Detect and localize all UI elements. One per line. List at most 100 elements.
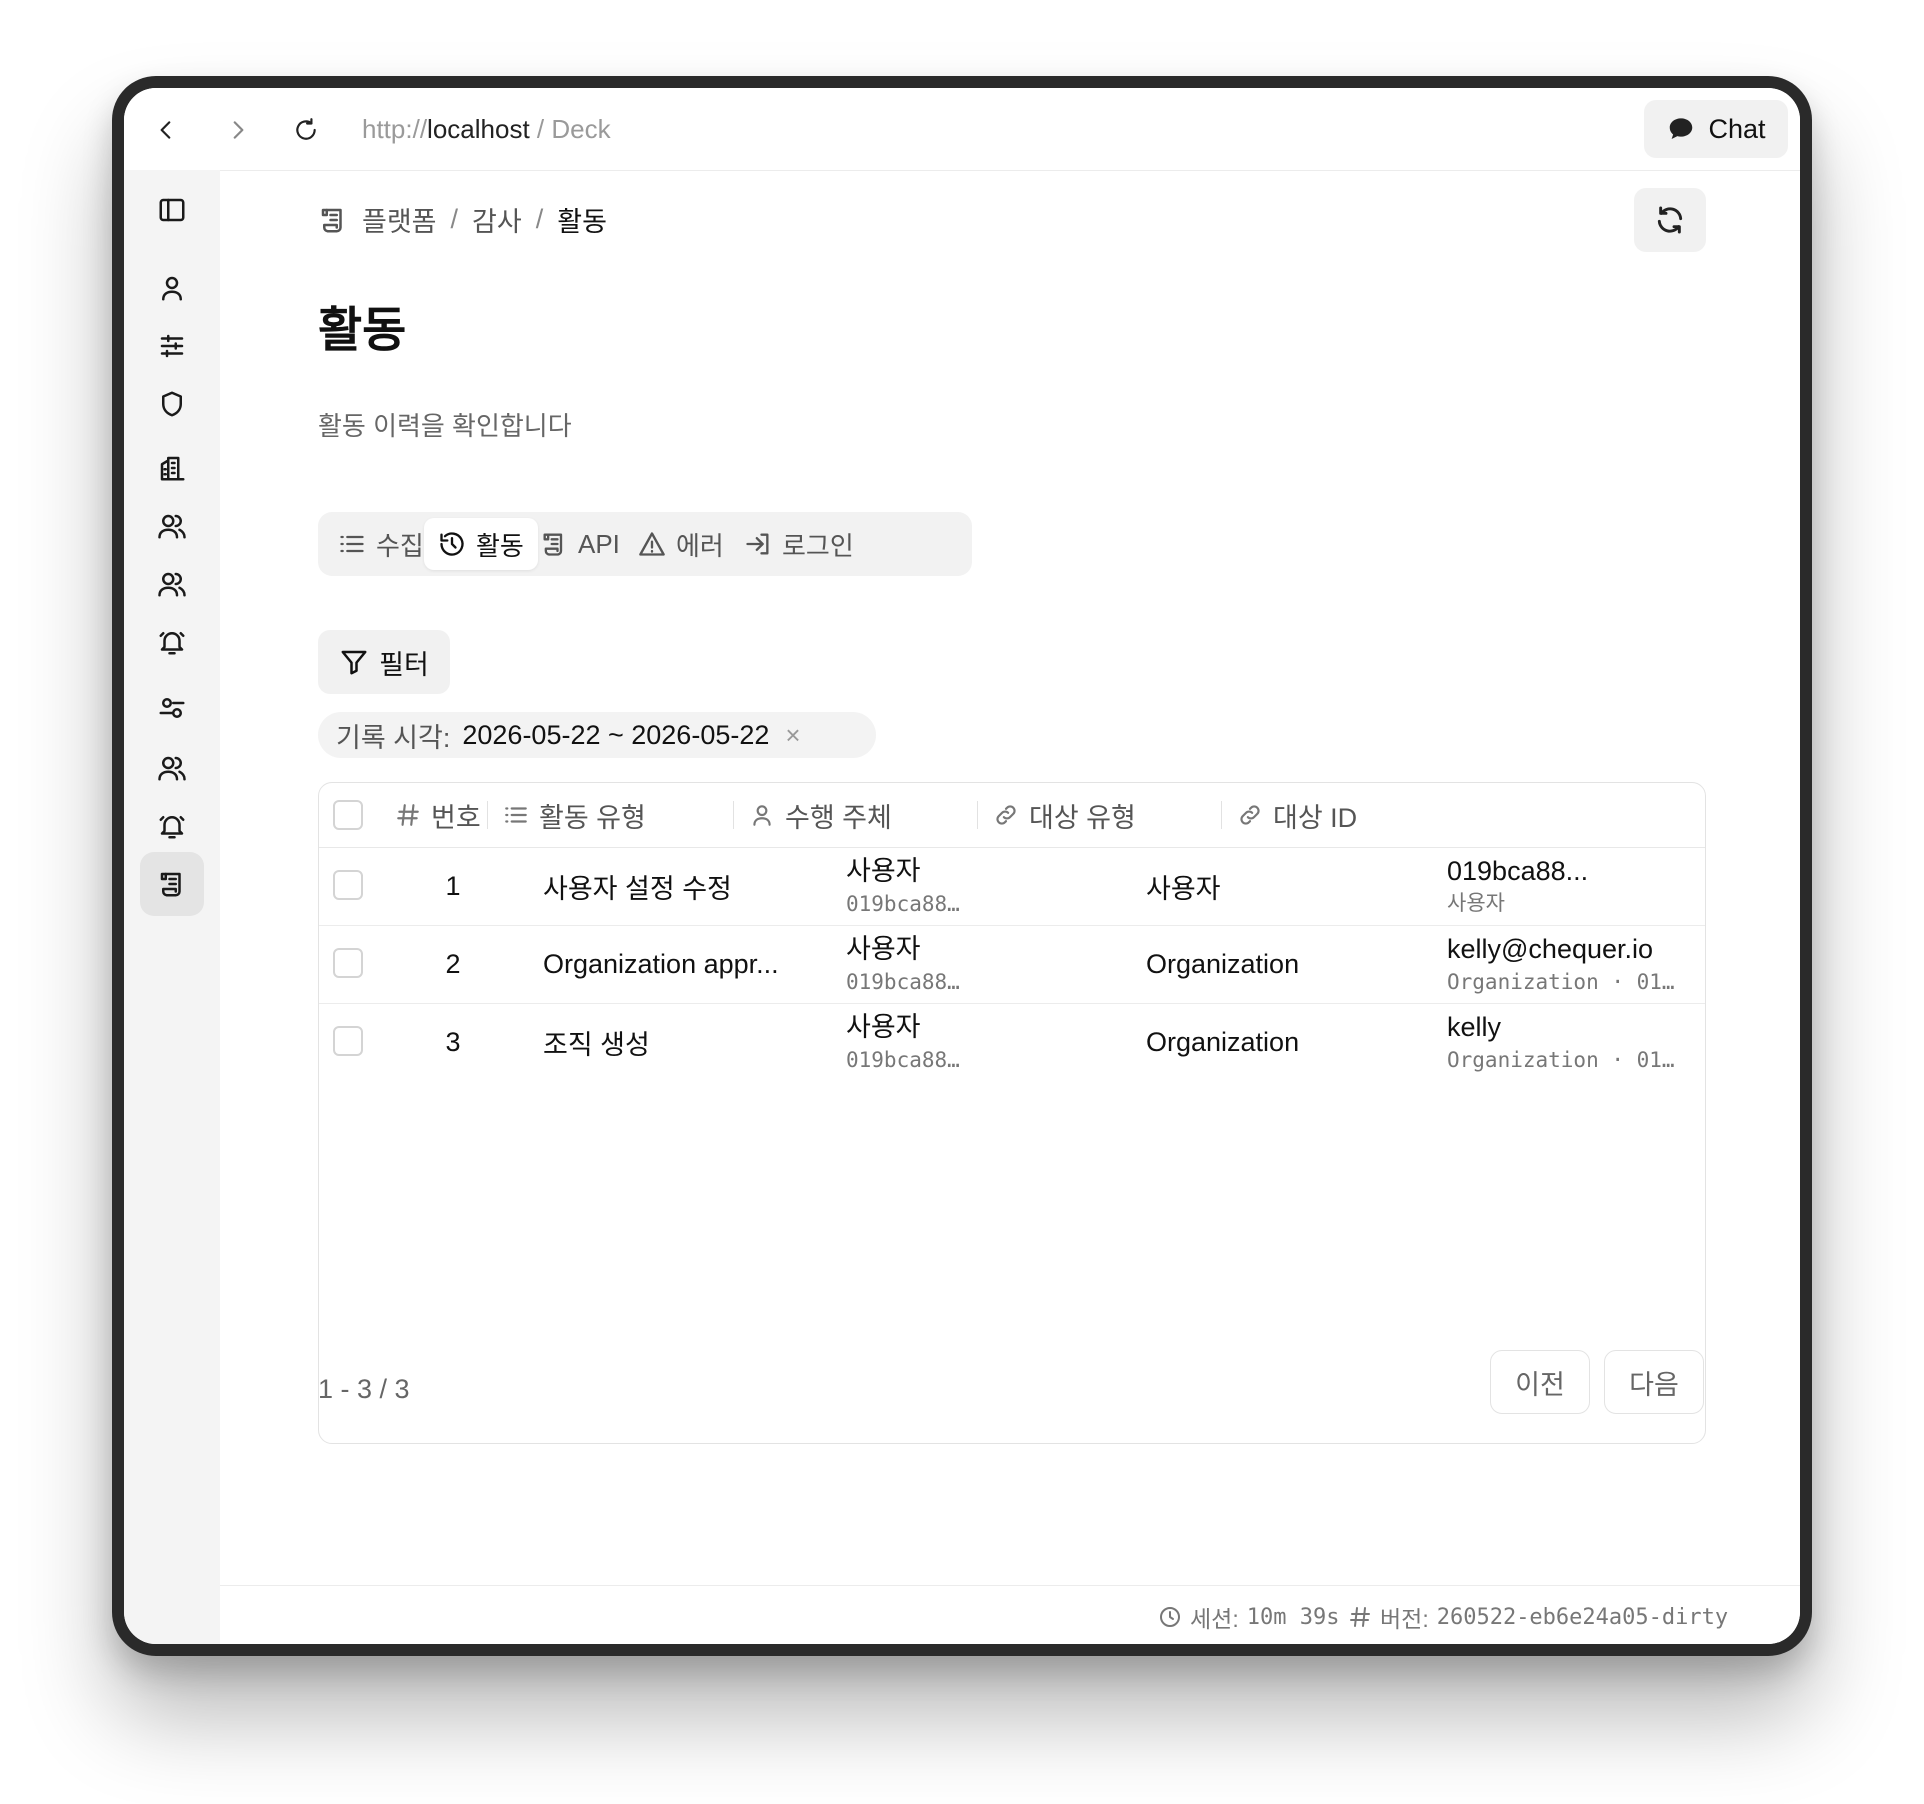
sidebar-item-preferences[interactable] bbox=[140, 676, 204, 740]
breadcrumb-item-activity: 활동 bbox=[557, 207, 607, 237]
chat-button[interactable]: Chat bbox=[1644, 100, 1788, 158]
settings-toggle-icon bbox=[159, 698, 185, 718]
refresh-button[interactable] bbox=[1634, 188, 1706, 252]
hash-icon bbox=[397, 804, 419, 826]
target-id: kelly@chequer.io bbox=[1447, 934, 1654, 964]
audit-tabs: 수집 활동 API 에러 로그인 bbox=[318, 512, 972, 576]
browser-toolbar: http://localhost / Deck Chat bbox=[124, 88, 1800, 171]
column-divider[interactable] bbox=[977, 801, 978, 829]
breadcrumb: 플랫폼 / 감사 / 활동 bbox=[318, 200, 607, 239]
sidebar-item-notifications[interactable] bbox=[140, 794, 204, 858]
scroll-icon bbox=[160, 872, 181, 897]
breadcrumb-separator: / bbox=[450, 204, 459, 234]
column-header-actor[interactable]: 수행 주체 bbox=[749, 783, 892, 847]
user-icon bbox=[162, 276, 182, 301]
select-all-checkbox[interactable] bbox=[333, 800, 363, 830]
breadcrumb-item-audit[interactable]: 감사 bbox=[472, 200, 522, 239]
column-header-label: 번호 bbox=[431, 802, 481, 833]
sidebar-item-groups[interactable] bbox=[140, 552, 204, 616]
column-header-target-id[interactable]: 대상 ID bbox=[1237, 783, 1357, 847]
tab-label: 에러 bbox=[676, 530, 724, 561]
row-checkbox[interactable] bbox=[333, 870, 363, 900]
column-divider[interactable] bbox=[1221, 801, 1222, 829]
row-checkbox[interactable] bbox=[333, 1026, 363, 1056]
filter-chip-label: 기록 시각: bbox=[336, 722, 451, 753]
refresh-icon bbox=[1657, 206, 1683, 234]
column-header-number[interactable]: 번호 bbox=[395, 783, 481, 847]
row-actor: 사용자 019bca88… bbox=[846, 1009, 960, 1075]
sidebar-item-users[interactable] bbox=[140, 494, 204, 558]
filter-icon bbox=[341, 650, 367, 675]
actor-id: 019bca88… bbox=[846, 892, 960, 916]
reload-button[interactable] bbox=[286, 110, 326, 150]
list-icon bbox=[340, 535, 364, 553]
sidebar-item-audit[interactable] bbox=[140, 852, 204, 916]
address-bar[interactable]: http://localhost / Deck bbox=[362, 114, 611, 145]
chevron-left-icon bbox=[160, 121, 171, 139]
users-icon bbox=[158, 572, 186, 597]
reload-icon bbox=[296, 118, 316, 140]
tab-login[interactable]: 로그인 bbox=[730, 518, 868, 570]
hash-icon bbox=[1350, 1607, 1370, 1627]
row-target-type: 사용자 bbox=[1146, 873, 1221, 904]
row-activity-type: 사용자 설정 수정 bbox=[543, 873, 732, 904]
login-icon bbox=[746, 533, 769, 555]
device-frame: http://localhost / Deck Chat 플랫폼 / 감사 / … bbox=[112, 76, 1812, 1656]
column-header-label: 활동 유형 bbox=[539, 802, 646, 833]
actor-id: 019bca88… bbox=[846, 1048, 960, 1072]
session-value: 10m 39s bbox=[1246, 1604, 1340, 1630]
actor-name: 사용자 bbox=[846, 1012, 921, 1042]
row-number: 3 bbox=[445, 1026, 461, 1057]
sidebar bbox=[124, 170, 220, 1644]
sidebar-item-alerts[interactable] bbox=[140, 610, 204, 674]
column-header-activity-type[interactable]: 활동 유형 bbox=[503, 783, 646, 847]
tab-label: 활동 bbox=[476, 530, 524, 561]
url-suffix: / Deck bbox=[529, 114, 611, 144]
table-row[interactable]: 2 Organization appr... 사용자 019bca88… Org… bbox=[319, 925, 1705, 1004]
next-page-button[interactable]: 다음 bbox=[1604, 1350, 1704, 1414]
filter-button-label: 필터 bbox=[379, 649, 429, 680]
tab-api[interactable]: API bbox=[526, 518, 634, 570]
column-header-target-type[interactable]: 대상 유형 bbox=[993, 783, 1136, 847]
tab-label: 수집 bbox=[376, 530, 424, 561]
sidebar-item-members[interactable] bbox=[140, 736, 204, 800]
sidebar-item-security[interactable] bbox=[140, 372, 204, 436]
tab-error[interactable]: 에러 bbox=[624, 518, 738, 570]
column-divider[interactable] bbox=[487, 801, 488, 829]
back-button[interactable] bbox=[146, 110, 186, 150]
scroll-icon bbox=[543, 533, 563, 556]
filter-button[interactable]: 필터 bbox=[318, 630, 450, 694]
row-number: 1 bbox=[445, 870, 461, 901]
version-status: 버전: 260522-eb6e24a05-dirty bbox=[1348, 1600, 1728, 1634]
users-icon bbox=[158, 756, 186, 781]
session-status: 세션: 10m 39s bbox=[1158, 1600, 1339, 1634]
sidebar-toggle-icon bbox=[159, 198, 185, 222]
row-actor: 사용자 019bca88… bbox=[846, 931, 960, 997]
sidebar-item-settings[interactable] bbox=[140, 314, 204, 378]
column-divider[interactable] bbox=[733, 801, 734, 829]
history-icon bbox=[440, 532, 464, 556]
table-row[interactable]: 1 사용자 설정 수정 사용자 019bca88… 사용자 019bca88..… bbox=[319, 847, 1705, 926]
row-target-type: Organization bbox=[1146, 1026, 1300, 1057]
actor-id: 019bca88… bbox=[846, 970, 960, 994]
tab-collection[interactable]: 수집 bbox=[324, 518, 438, 570]
url-host: localhost bbox=[427, 114, 530, 144]
sidebar-toggle-button[interactable] bbox=[140, 178, 204, 242]
breadcrumb-item-platform[interactable]: 플랫폼 bbox=[362, 200, 437, 239]
table-row[interactable]: 3 조직 생성 사용자 019bca88… Organization kelly… bbox=[319, 1003, 1705, 1081]
row-target-id: kelly Organization · 01… bbox=[1447, 1009, 1675, 1075]
chat-bubble-icon bbox=[1670, 118, 1693, 139]
sidebar-item-organization[interactable] bbox=[140, 436, 204, 500]
forward-button[interactable] bbox=[218, 110, 258, 150]
prev-page-button[interactable]: 이전 bbox=[1490, 1350, 1590, 1414]
target-sub: Organization · 01… bbox=[1447, 970, 1675, 994]
scroll-icon bbox=[321, 208, 342, 232]
filter-chip: 기록 시각: 2026-05-22 ~ 2026-05-22 × bbox=[318, 712, 876, 758]
row-checkbox[interactable] bbox=[333, 948, 363, 978]
close-icon[interactable]: × bbox=[785, 720, 800, 751]
sidebar-item-user[interactable] bbox=[140, 256, 204, 320]
page-title: 활동 bbox=[318, 304, 407, 357]
row-activity-type: Organization appr... bbox=[543, 948, 779, 979]
tab-activity[interactable]: 활동 bbox=[424, 518, 538, 570]
clock-icon bbox=[1160, 1607, 1180, 1627]
